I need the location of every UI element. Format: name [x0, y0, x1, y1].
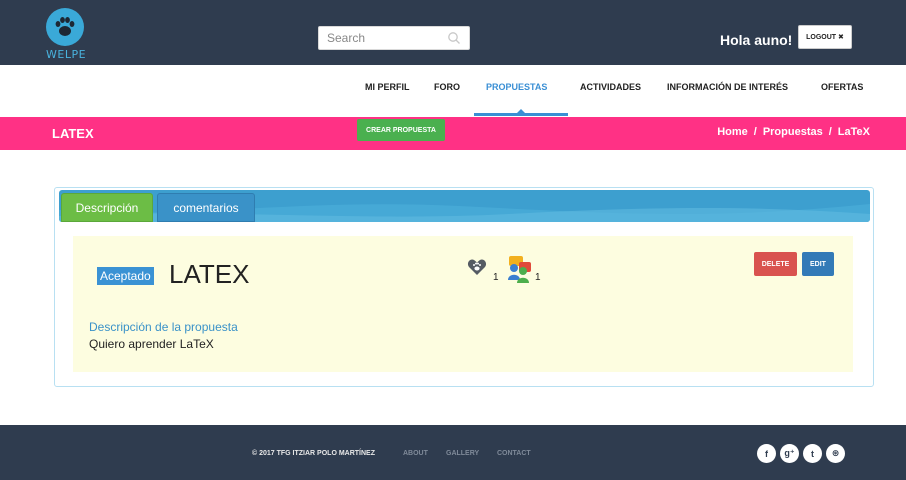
likes-count: 1	[493, 272, 499, 283]
status-badge: Aceptado	[97, 267, 154, 285]
page-title: LATEX	[52, 126, 94, 141]
logout-button[interactable]: LOGOUT ✖	[798, 25, 852, 49]
facebook-icon[interactable]: f	[757, 444, 776, 463]
breadcrumb-separator: /	[828, 126, 832, 138]
search-box[interactable]	[318, 26, 470, 50]
welpe-logo[interactable]: WELPE	[46, 8, 87, 61]
proposal-title: LATEX	[169, 259, 250, 289]
create-proposal-button[interactable]: CREAR PROPUESTA	[357, 119, 445, 141]
copyright-text: © 2017 TFG ITZIAR POLO MARTÍNEZ	[252, 450, 375, 457]
breadcrumb-home[interactable]: Home	[717, 126, 748, 138]
nav-item-informacion[interactable]: INFORMACIÓN DE INTERÉS	[667, 82, 788, 92]
search-icon[interactable]	[447, 31, 461, 50]
dribbble-icon[interactable]: ⊛	[826, 444, 845, 463]
paw-icon	[46, 8, 84, 46]
breadcrumb-current[interactable]: LaTeX	[838, 126, 870, 138]
footer-link-gallery[interactable]: GALLERY	[446, 450, 479, 457]
breadcrumb-propuestas[interactable]: Propuestas	[763, 126, 823, 138]
footer-link-contact[interactable]: CONTACT	[497, 450, 531, 457]
logo-text: WELPE	[46, 48, 87, 61]
nav-item-propuestas[interactable]: PROPUESTAS	[486, 82, 547, 92]
description-heading: Descripción de la propuesta	[89, 320, 238, 334]
proposal-panel: Descripción comentarios Aceptado LATEX 1	[54, 187, 874, 387]
user-greeting: Hola auno!	[720, 32, 793, 48]
breadcrumb: Home / Propuestas / LaTeX	[717, 126, 870, 138]
tab-descripcion[interactable]: Descripción	[61, 193, 153, 222]
main-nav: MI PERFIL FORO PROPUESTAS ACTIVIDADES IN…	[0, 65, 906, 117]
active-indicator-underline	[474, 113, 568, 116]
heart-paw-icon[interactable]	[467, 258, 487, 281]
footer: © 2017 TFG ITZIAR POLO MARTÍNEZ ABOUT GA…	[0, 425, 906, 480]
breadcrumb-separator: /	[753, 126, 757, 138]
search-input[interactable]	[327, 27, 447, 49]
proposal-card: Aceptado LATEX 1 1 DELETE EDIT Descripci…	[73, 236, 853, 372]
nav-item-ofertas[interactable]: OFERTAS	[821, 82, 863, 92]
page-header-band: LATEX CREAR PROPUESTA Home / Propuestas / La…	[0, 117, 906, 150]
top-bar: WELPE Hola auno! LOGOUT ✖	[0, 0, 906, 65]
participants-count: 1	[535, 272, 541, 283]
twitter-icon[interactable]: t	[803, 444, 822, 463]
footer-link-about[interactable]: ABOUT	[403, 450, 428, 457]
description-text: Quiero aprender LaTeX	[89, 337, 214, 351]
edit-button[interactable]: EDIT	[802, 252, 834, 276]
tab-bar: Descripción comentarios	[59, 190, 870, 222]
google-plus-icon[interactable]: g⁺	[780, 444, 799, 463]
nav-item-mi-perfil[interactable]: MI PERFIL	[365, 82, 410, 92]
tab-comentarios[interactable]: comentarios	[157, 193, 255, 222]
nav-item-actividades[interactable]: ACTIVIDADES	[580, 82, 641, 92]
participants-icon[interactable]	[505, 254, 533, 289]
delete-button[interactable]: DELETE	[754, 252, 797, 276]
nav-item-foro[interactable]: FORO	[434, 82, 460, 92]
